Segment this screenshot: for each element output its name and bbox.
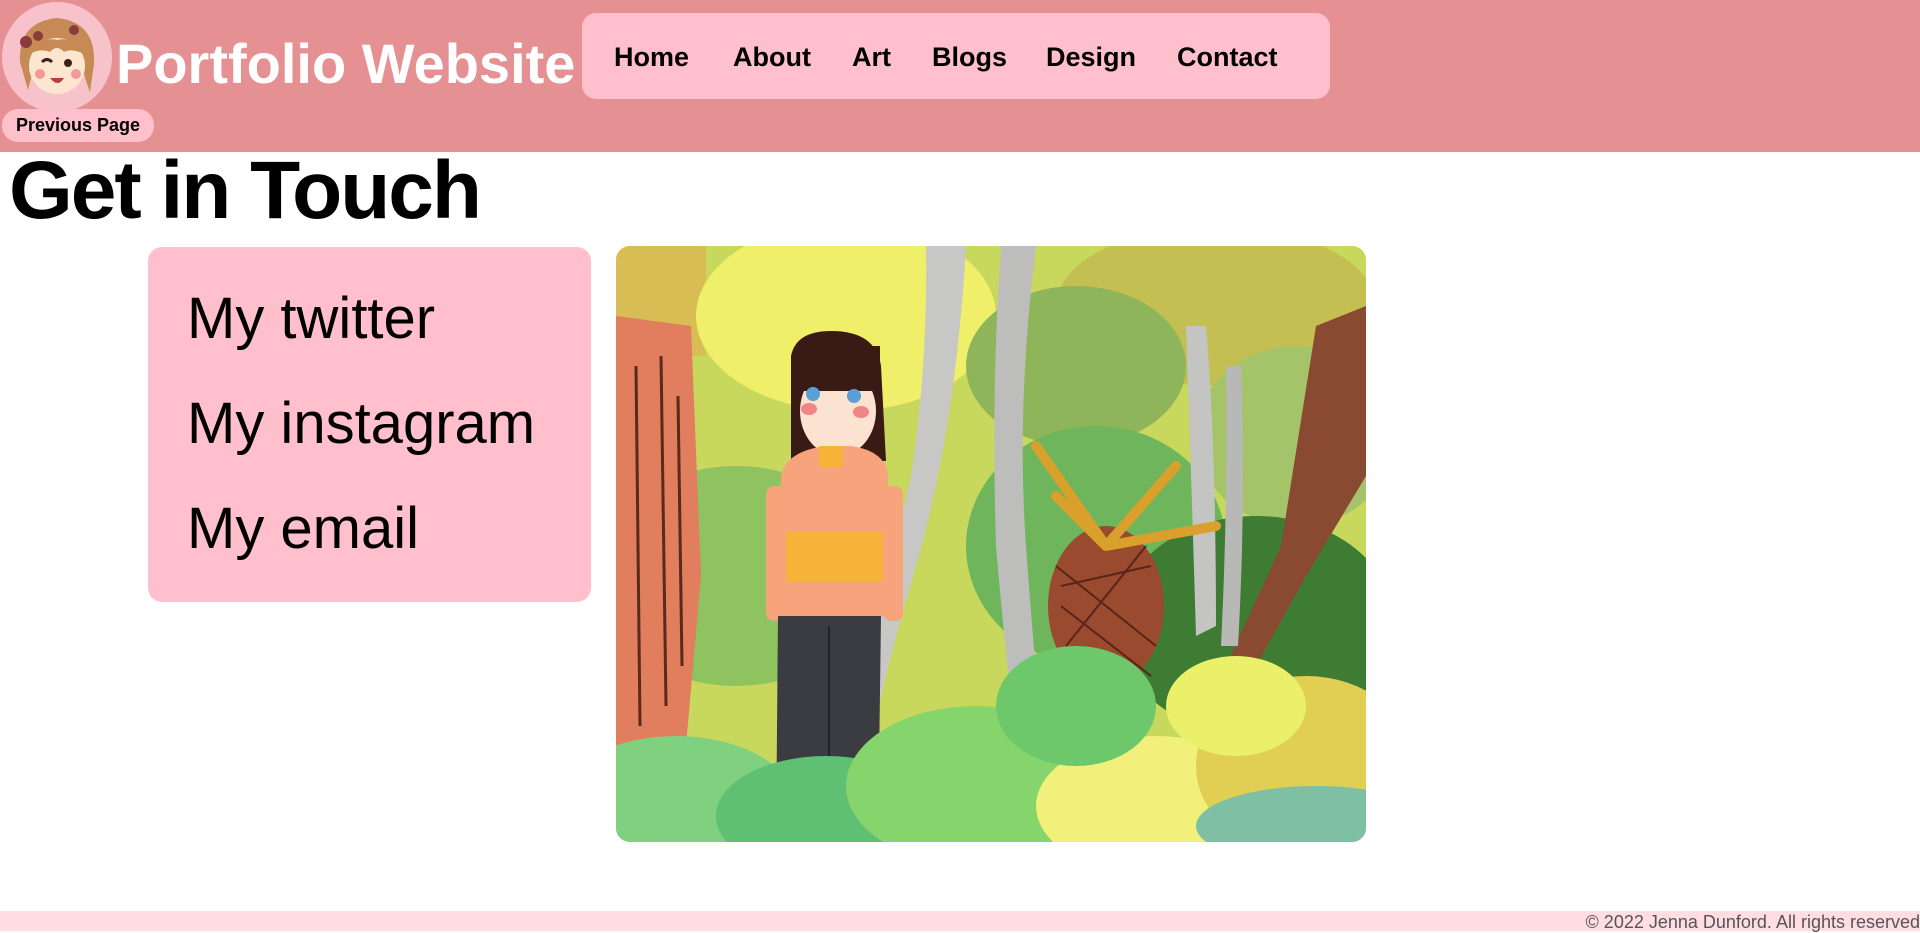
nav-design[interactable]: Design: [1046, 41, 1136, 73]
nav-contact[interactable]: Contact: [1177, 41, 1278, 73]
girl-avatar-icon: [2, 2, 112, 112]
nav-home[interactable]: Home: [614, 41, 689, 73]
site-header: Portfolio Website Home About Art Blogs D…: [0, 0, 1920, 152]
email-link[interactable]: My email: [187, 497, 419, 561]
nav-art[interactable]: Art: [852, 41, 891, 73]
contact-links-card: My twitter My instagram My email: [148, 247, 591, 602]
main-nav: Home About Art Blogs Design Contact: [582, 13, 1330, 99]
twitter-link[interactable]: My twitter: [187, 287, 435, 351]
site-title: Portfolio Website: [116, 32, 576, 95]
site-footer: © 2022 Jenna Dunford. All rights reserve…: [0, 911, 1920, 932]
instagram-link[interactable]: My instagram: [187, 392, 535, 456]
nav-about[interactable]: About: [733, 41, 811, 73]
previous-page-button[interactable]: Previous Page: [2, 109, 154, 142]
copyright-text: © 2022 Jenna Dunford. All rights reserve…: [1585, 912, 1920, 932]
girl-in-forest-illustration: [616, 246, 1366, 842]
forest-illustration: [616, 246, 1366, 842]
avatar: [2, 2, 112, 112]
page-title: Get in Touch: [9, 145, 482, 236]
nav-blogs[interactable]: Blogs: [932, 41, 1007, 73]
